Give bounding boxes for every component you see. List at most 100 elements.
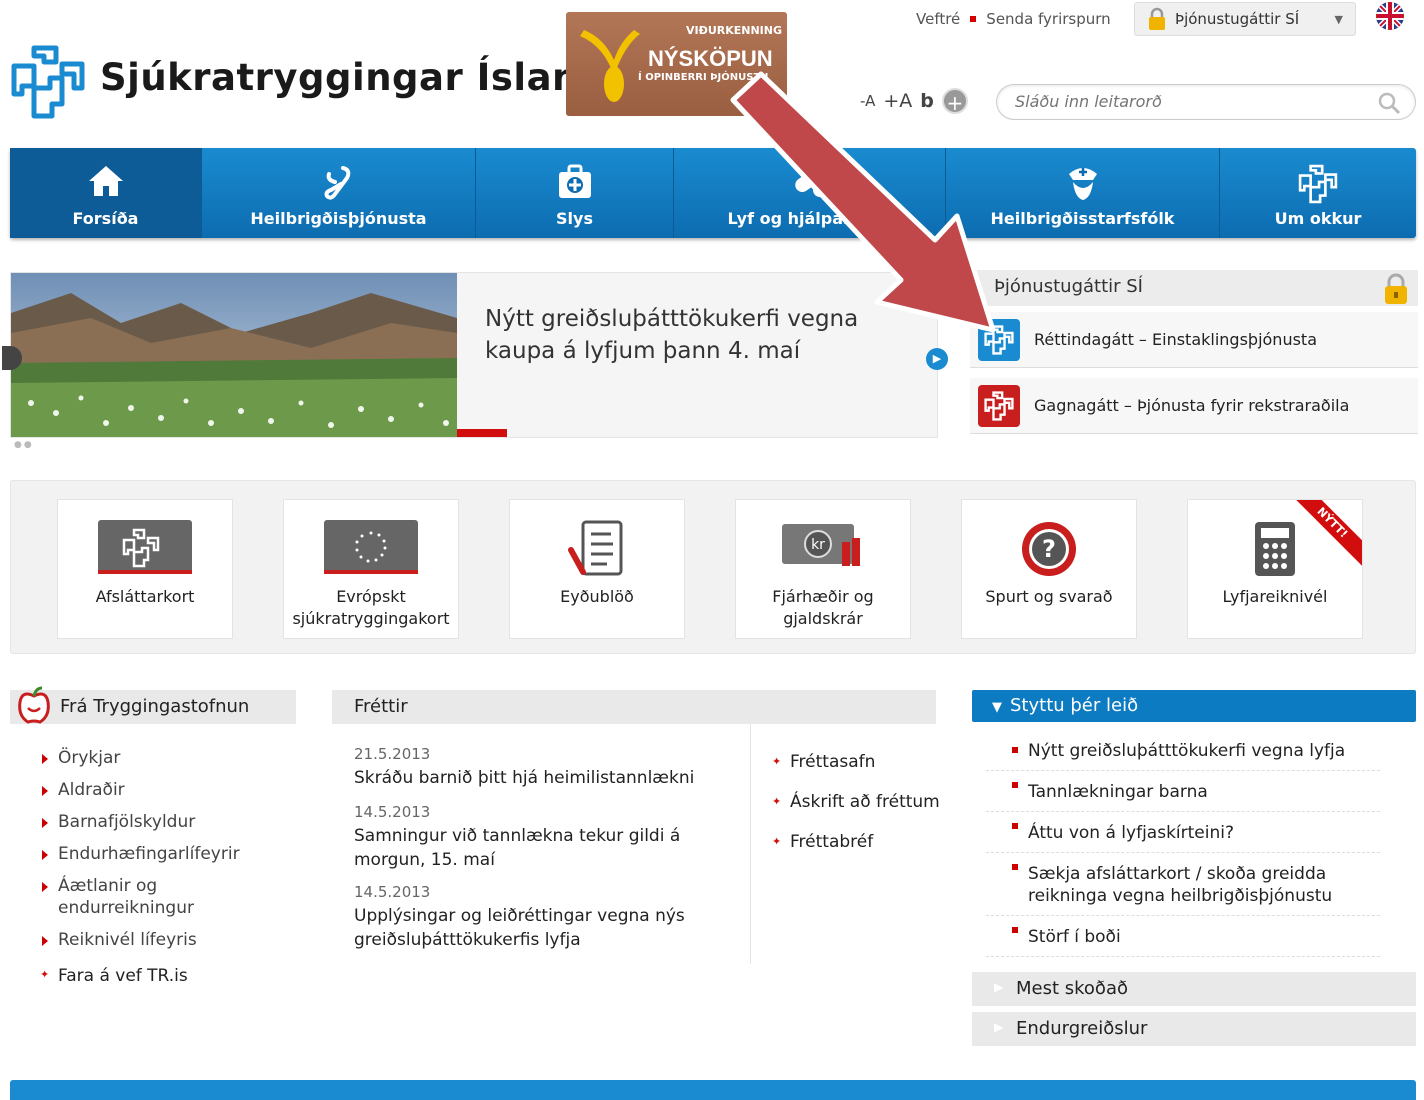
news-links: Fréttasafn Áskrift að fréttum Fréttabréf <box>772 742 940 862</box>
star-bullet-icon: ✦ <box>40 968 50 981</box>
home-icon <box>88 166 123 196</box>
news-headline[interactable]: Samningur við tannlækna tekur gildi á mo… <box>354 826 680 870</box>
annotation-arrow-icon <box>730 71 996 333</box>
nav-item-um-okkur[interactable]: Um okkur <box>1220 148 1416 238</box>
search-input[interactable] <box>1015 92 1355 111</box>
health-service-icon <box>324 166 350 200</box>
news-item[interactable]: 14.5.2013 Upplýsingar og leiðréttingar v… <box>354 880 734 952</box>
search-box <box>996 84 1416 120</box>
nav-label: Um okkur <box>1274 209 1362 228</box>
news-headline[interactable]: Skráðu barnið þitt hjá heimilistannlækni <box>354 768 694 788</box>
news-item[interactable]: 21.5.2013 Skráðu barnið þitt hjá heimili… <box>354 742 734 790</box>
portal-label: Gagnagátt – Þjónusta fyrir rekstraraðila <box>1034 396 1350 415</box>
portal-dropdown[interactable]: Þjónustugáttir SÍ ▼ <box>1134 2 1356 36</box>
accordion-mest-skodad[interactable]: ▶ Mest skoðað <box>972 972 1416 1006</box>
org-name[interactable]: Sjúkratryggingar Íslands <box>100 56 628 99</box>
portals-title: Þjónustugáttir SÍ <box>970 270 1418 306</box>
news-date: 21.5.2013 <box>354 745 431 763</box>
logo-icon[interactable] <box>10 44 86 120</box>
portal-logo-icon <box>978 384 1020 427</box>
news-link[interactable]: Fréttasafn <box>772 742 940 782</box>
award-logo-icon <box>580 30 640 102</box>
tile-fjarhaedir[interactable]: kr Fjárhæðir og gjaldskrár <box>735 499 911 639</box>
slider-dots[interactable]: ●● <box>14 440 34 450</box>
tile-eydublod[interactable]: Eyðublöð <box>509 499 685 639</box>
tile-evropskt-kort[interactable]: Evrópskt sjúkratryggingakort <box>283 499 459 639</box>
lock-icon <box>1385 273 1407 304</box>
news-date: 14.5.2013 <box>354 803 431 821</box>
sitemap-link[interactable]: Veftré <box>916 10 960 28</box>
news-link[interactable]: Fréttabréf <box>772 822 940 862</box>
tr-section-title: Frá Tryggingastofnun <box>10 686 296 724</box>
first-aid-kit-icon <box>558 164 591 198</box>
news-section-title: Fréttir <box>332 690 936 724</box>
slide-progress-bar <box>457 429 507 437</box>
tr-list: Örykjar Aldraðir Barnafjölskyldur Endurh… <box>40 742 240 956</box>
portal-label: Réttindagátt – Einstaklingsþjónusta <box>1034 330 1317 349</box>
shortcuts-list: Nýtt greiðsluþátttökukerfi vegna lyfja T… <box>986 736 1380 957</box>
nav-item-forsida[interactable]: Forsíða <box>10 148 202 238</box>
money-icon: kr <box>776 520 870 578</box>
news-headline[interactable]: Upplýsingar og leiðréttingar vegna nýs g… <box>354 906 685 950</box>
svg-text:kr: kr <box>811 537 825 553</box>
tile-label: Lyfjareiknivél <box>1222 587 1328 606</box>
nav-label: Forsíða <box>72 209 139 228</box>
nav-label: Heilbrigðisþjónusta <box>250 209 427 228</box>
nav-label: Slys <box>556 209 593 228</box>
nav-item-slys[interactable]: Slys <box>476 148 674 238</box>
svg-text:?: ? <box>1042 535 1056 563</box>
tile-label: Eyðublöð <box>560 587 634 606</box>
send-question-link[interactable]: Senda fyrirspurn <box>986 10 1110 28</box>
tr-link[interactable]: Áætlanir og endurreikningur <box>40 870 230 924</box>
tr-link[interactable]: Barnafjölskyldur <box>40 806 240 838</box>
tr-link[interactable]: Aldraðir <box>40 774 240 806</box>
shortcut-link[interactable]: Störf í boði <box>986 916 1380 957</box>
lock-icon <box>1149 7 1165 30</box>
tr-link[interactable]: Reiknivél lífeyris <box>40 924 240 956</box>
shortcut-link[interactable]: Áttu von á lyfjaskírteini? <box>986 812 1380 853</box>
search-icon[interactable] <box>1377 91 1401 115</box>
accordion-label: Mest skoðað <box>1016 978 1128 999</box>
shortcut-link[interactable]: Nýtt greiðsluþátttökukerfi vegna lyfja <box>986 736 1380 771</box>
tile-spurt-og-svarad[interactable]: ? Spurt og svarað <box>961 499 1137 639</box>
triangle-right-icon: ▶ <box>994 1020 1004 1034</box>
award-label: VIÐURKENNING <box>686 24 783 37</box>
triangle-down-icon: ▼ <box>992 700 1002 715</box>
shortcut-link[interactable]: Tannlækningar barna <box>986 771 1380 812</box>
tr-link[interactable]: Endurhæfingarlífeyrir <box>40 838 240 870</box>
tile-lyfjareiknivel[interactable]: NÝTT! Lyfjareiknivél <box>1187 499 1363 639</box>
question-icon: ? <box>1002 520 1096 578</box>
hero-image[interactable] <box>11 273 457 437</box>
logo-icon <box>1298 164 1338 204</box>
tile-label: Spurt og svarað <box>985 587 1113 606</box>
shortcut-link[interactable]: Sækja afsláttarkort / skoða greidda reik… <box>986 853 1380 916</box>
news-link[interactable]: Áskrift að fréttum <box>772 782 940 822</box>
form-document-icon <box>550 520 644 578</box>
shortcuts-header[interactable]: ▼ Styttu þér leið <box>972 690 1416 722</box>
chevron-down-icon: ▼ <box>1334 12 1343 26</box>
tile-label: Afsláttarkort <box>95 587 195 606</box>
shortcuts-title: Styttu þér leið <box>1010 695 1139 716</box>
nurse-icon <box>1068 168 1097 200</box>
tr-title: Frá Tryggingastofnun <box>60 696 250 717</box>
tr-external-link[interactable]: ✦ Fara á vef TR.is <box>40 966 188 986</box>
eu-card-icon <box>324 520 418 578</box>
main-nav: Forsíða Heilbrigðisþjónusta Slys Lyf og … <box>10 148 1416 238</box>
tile-afslattarkort[interactable]: Afsláttarkort <box>57 499 233 639</box>
tile-label: Fjárhæðir og gjaldskrár <box>772 587 874 628</box>
news-item[interactable]: 14.5.2013 Samningur við tannlækna tekur … <box>354 800 734 872</box>
tr-external-label: Fara á vef TR.is <box>58 966 188 986</box>
calculator-icon <box>1228 520 1322 578</box>
portal-gagnagatt[interactable]: Gagnagátt – Þjónusta fyrir rekstraraðila <box>970 378 1418 434</box>
quick-links: Afsláttarkort Evrópskt sjúkratryggingako… <box>10 480 1416 654</box>
triangle-right-icon: ▶ <box>994 980 1004 994</box>
english-flag-icon[interactable] <box>1376 2 1404 30</box>
nav-item-heilbrigdisthjonusta[interactable]: Heilbrigðisþjónusta <box>202 148 476 238</box>
tr-link[interactable]: Örykjar <box>40 742 240 774</box>
accordion-endurgreidslur[interactable]: ▶ Endurgreiðslur <box>972 1012 1416 1046</box>
apple-icon <box>18 686 50 724</box>
portal-rettindagatt[interactable]: Réttindagátt – Einstaklingsþjónusta <box>970 312 1418 368</box>
divider <box>750 724 751 964</box>
tile-label: Evrópskt sjúkratryggingakort <box>292 587 450 628</box>
footer-bar <box>10 1080 1416 1100</box>
